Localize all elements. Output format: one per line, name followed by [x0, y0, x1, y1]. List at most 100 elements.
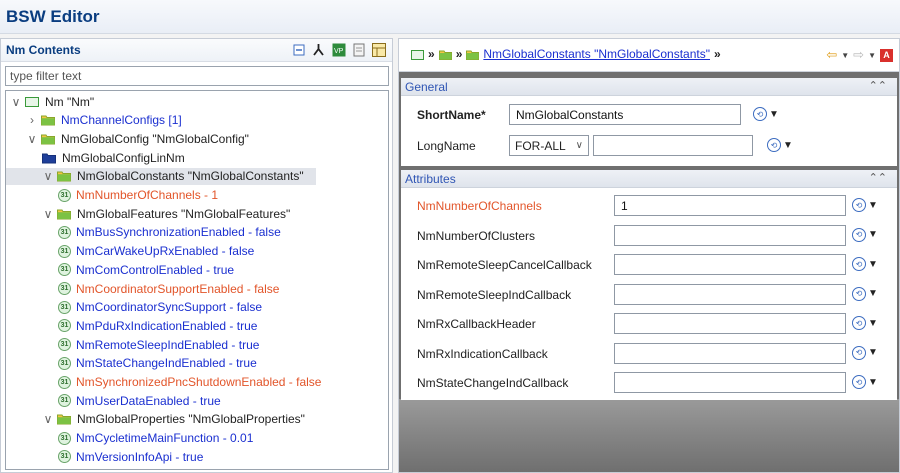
tree-item-label: NmPduRxIndicationEnabled - true [76, 318, 258, 333]
tree-item[interactable]: 31 NmComControlEnabled - true [58, 261, 234, 278]
expand-toggle-icon[interactable]: ∨ [42, 412, 54, 426]
folder-icon [57, 171, 71, 182]
svg-text:VP: VP [334, 48, 344, 55]
hierarchy-icon[interactable] [311, 42, 326, 57]
tree-item[interactable]: 31 NmCycletimeMainFunction - 0.01 [58, 430, 253, 447]
tree-item[interactable]: 31 NmBusSynchronizationEnabled - false [58, 224, 281, 241]
breadcrumb-separator[interactable]: » [428, 47, 435, 61]
attribute-value-field[interactable] [614, 372, 846, 393]
value-icon: 31 [58, 188, 71, 202]
expand-toggle-icon[interactable]: ∨ [26, 132, 38, 146]
tree-item-label: NmGlobalConfig "NmGlobalConfig" [61, 131, 249, 146]
reset-icon[interactable]: ⟲ [852, 227, 866, 242]
document-icon[interactable] [351, 42, 366, 57]
tree-item-label: NmCarWakeUpRxEnabled - false [76, 244, 255, 259]
value-icon: 31 [58, 356, 71, 370]
collapse-toggle-icon[interactable]: › [26, 113, 38, 127]
attribute-actions: ⟲ ▼ [852, 198, 878, 212]
attribute-value-field[interactable] [614, 342, 846, 364]
tree-item[interactable]: ∨ NmGlobalFeatures "NmGlobalFeatures" [42, 205, 291, 222]
breadcrumb-separator[interactable]: » [456, 47, 463, 61]
filter-input[interactable] [6, 67, 388, 85]
tree-item[interactable]: 31 NmCoordinatorSupportEnabled - false [58, 280, 279, 297]
chevron-down-icon[interactable]: ▼ [868, 377, 878, 388]
tree-item[interactable]: 31 NmCarWakeUpRxEnabled - false [58, 243, 254, 260]
folder-icon [57, 209, 71, 220]
tree-item[interactable]: 31 NmSynchronizedPncShutdownEnabled - fal… [58, 374, 321, 391]
chevron-down-icon[interactable]: ▼ [868, 200, 878, 211]
tree-item-label: NmRemoteSleepIndEnabled - true [76, 337, 260, 352]
table-view-icon[interactable] [371, 42, 386, 57]
shortname-actions: ⟲ ▼ [753, 107, 779, 121]
variant-icon[interactable]: VP [331, 42, 346, 57]
chevron-down-icon[interactable]: ▼ [868, 229, 878, 240]
tree-item[interactable]: NmGlobalConfigLinNm [42, 149, 185, 166]
breadcrumb-separator[interactable]: » [714, 47, 721, 61]
chevron-down-icon[interactable]: ▼ [841, 51, 849, 60]
filter-field[interactable] [5, 66, 389, 86]
reset-icon[interactable]: ⟲ [767, 138, 781, 152]
attribute-actions: ⟲ ▼ [852, 316, 878, 330]
expand-toggle-icon[interactable]: ∨ [42, 169, 54, 183]
tree-item[interactable]: 31 NmNumberOfChannels - 1 [58, 187, 218, 204]
tree-item[interactable]: 31 NmCoordinatorSyncSupport - false [58, 299, 262, 316]
reset-icon[interactable]: ⟲ [852, 316, 866, 330]
tree-item-label: NmBusSynchronizationEnabled - false [76, 225, 281, 240]
longname-actions: ⟲ ▼ [767, 138, 793, 152]
expand-toggle-icon[interactable]: ∨ [42, 207, 54, 221]
attribute-value-field[interactable] [614, 224, 846, 246]
attribute-value-field[interactable]: 1 [614, 195, 846, 216]
folder-dark-icon [42, 153, 56, 164]
shortname-field[interactable]: NmGlobalConstants [509, 104, 741, 125]
language-select[interactable]: FOR-ALL ∨ [509, 135, 589, 156]
tree-item[interactable]: 31 NmRemoteSleepIndEnabled - true [58, 336, 259, 353]
chevron-down-icon[interactable]: ▼ [868, 51, 876, 60]
longname-field[interactable] [593, 135, 753, 156]
autosar-icon[interactable]: A [880, 48, 893, 62]
chevron-down-icon[interactable]: ▼ [868, 259, 878, 270]
reset-icon[interactable]: ⟲ [852, 257, 866, 271]
tree-item[interactable]: ∨ Nm "Nm" [10, 93, 95, 110]
shortname-label: ShortName* [417, 108, 486, 122]
collapse-icon[interactable]: ⌃⌃ [869, 171, 887, 184]
value-icon: 31 [58, 431, 71, 445]
chevron-down-icon[interactable]: ▼ [769, 109, 779, 120]
folder-icon [41, 134, 55, 145]
contents-tree: ∨ Nm "Nm" › NmChannelConfigs [1] ∨ NmGlobalCo… [5, 90, 389, 470]
back-arrow-icon[interactable]: ⇦ [826, 47, 837, 63]
tree-item[interactable]: 31 NmStateChangeIndEnabled - true [58, 355, 257, 372]
chevron-down-icon[interactable]: ▼ [783, 140, 793, 151]
attribute-value-field[interactable] [614, 254, 846, 275]
forward-arrow-icon[interactable]: ⇨ [853, 47, 864, 63]
reset-icon[interactable]: ⟲ [852, 198, 866, 212]
general-section-header[interactable]: General ⌃⌃ [401, 78, 897, 96]
panel-toolbar: VP [291, 42, 386, 57]
tree-item-label: NmGlobalProperties "NmGlobalProperties" [77, 412, 305, 427]
tree-item[interactable]: ∨ NmGlobalProperties "NmGlobalProperties" [42, 411, 305, 428]
attributes-section: Attributes ⌃⌃ NmNumberOfChannels 1 ⟲ ▼ NmNum… [401, 170, 897, 400]
expand-toggle-icon[interactable]: ∨ [10, 95, 22, 109]
attribute-value-field[interactable] [614, 283, 846, 305]
tree-item-label: NmChannelConfigs [1] [61, 113, 182, 128]
general-section: General ⌃⌃ ShortName* NmGlobalConstants … [401, 78, 897, 166]
chevron-down-icon[interactable]: ▼ [868, 288, 878, 299]
tree-item[interactable]: ∨ NmGlobalConstants "NmGlobalConstants" [6, 167, 316, 185]
tree-item[interactable]: 31 NmUserDataEnabled - true [58, 392, 221, 409]
collapse-icon[interactable]: ⌃⌃ [869, 79, 887, 92]
tree-item[interactable]: 31 NmVersionInfoApi - true [58, 448, 203, 465]
reset-icon[interactable]: ⟲ [852, 286, 866, 301]
tree-item[interactable]: ∨ NmGlobalConfig "NmGlobalConfig" [26, 130, 249, 147]
reset-icon[interactable]: ⟲ [852, 345, 866, 360]
chevron-down-icon[interactable]: ▼ [868, 347, 878, 358]
collapse-all-icon[interactable] [291, 42, 306, 57]
breadcrumb-link[interactable]: NmGlobalConstants "NmGlobalConstants" [483, 47, 710, 61]
attribute-actions: ⟲ ▼ [852, 257, 878, 271]
chevron-down-icon[interactable]: ▼ [868, 318, 878, 329]
tree-item[interactable]: 31 NmPduRxIndicationEnabled - true [58, 317, 257, 334]
tree-item[interactable]: › NmChannelConfigs [1] [26, 112, 182, 129]
chevron-down-icon: ∨ [575, 140, 583, 151]
reset-icon[interactable]: ⟲ [753, 107, 767, 121]
attribute-value-field[interactable] [614, 313, 846, 334]
attributes-section-header[interactable]: Attributes ⌃⌃ [401, 170, 897, 188]
reset-icon[interactable]: ⟲ [852, 375, 866, 389]
